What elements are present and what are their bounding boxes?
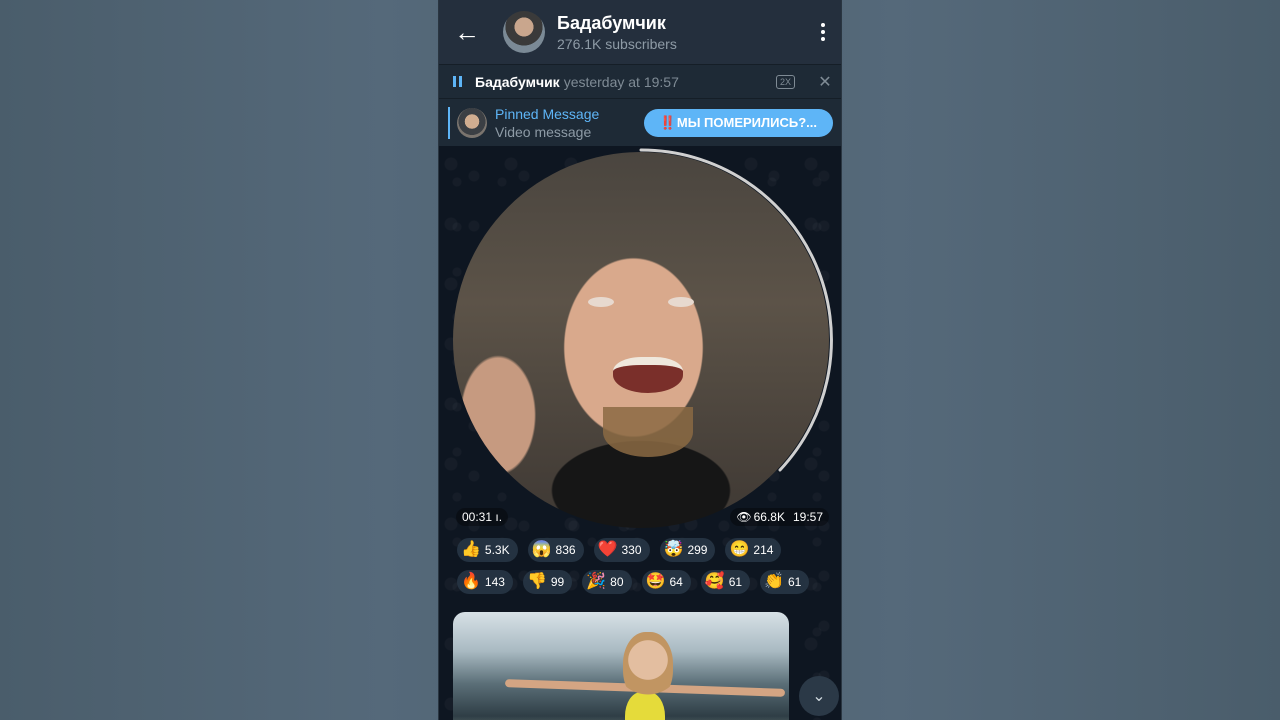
phone-screen: ← Бадабумчик 276.1K subscribers Бадабумч… [438,0,842,720]
reaction-count: 64 [669,575,683,589]
reaction-count: 80 [610,575,624,589]
reaction-chip[interactable]: ❤️ 330 [593,538,650,562]
photo-message[interactable] [453,612,789,720]
back-button[interactable]: ← [439,0,495,64]
player-time: yesterday at 19:57 [563,73,679,90]
reaction-emoji-icon: 😱 [531,541,552,558]
reaction-emoji-icon: 🤩 [645,573,666,590]
chat-area[interactable]: 00:31 ı. 👁 66.8K 19:57 👍 5.3K 😱 836 ❤️ 330 … [439,146,841,720]
reaction-count: 214 [753,543,774,557]
reaction-emoji-icon: ❤️ [597,541,618,558]
reaction-chip[interactable]: 🤯 299 [659,538,716,562]
reaction-count: 299 [687,543,708,557]
reaction-chip[interactable]: 🥰 61 [700,570,751,594]
reaction-chip[interactable]: 👏 61 [760,570,810,594]
video-duration: 00:31 ı. [456,508,509,526]
reaction-chip[interactable]: 😱 836 [527,538,584,562]
eye-icon: 👁 [736,510,752,524]
playback-speed-button[interactable]: 2X [775,74,795,89]
reaction-chip[interactable]: 🎉 80 [582,570,632,594]
reaction-chip[interactable]: 🔥 143 [457,570,513,594]
pinned-action-label: МЫ ПОМЕРИЛИСЬ?... [676,115,817,130]
reaction-emoji-icon: 🎉 [586,573,607,590]
pinned-action-button[interactable]: ‼️ МЫ ПОМЕРИЛИСЬ?... [643,108,833,137]
photo-detail [623,632,673,702]
reactions-row: 🔥 143 👎 99 🎉 80 🤩 64 🥰 61 👏 61 [457,570,827,594]
reaction-emoji-icon: 👏 [764,573,784,590]
chat-header: ← Бадабумчик 276.1K subscribers [439,0,841,64]
reaction-count: 330 [621,543,642,557]
pinned-subtitle: Video message [495,123,592,140]
reaction-count: 61 [788,575,802,589]
reaction-emoji-icon: 👎 [526,573,547,590]
reaction-chip[interactable]: 🤩 64 [641,570,691,594]
close-icon[interactable]: ✕ [817,72,833,92]
reaction-chip[interactable]: 😁 214 [725,538,782,562]
reaction-emoji-icon: 👍 [461,541,481,558]
video-views: 66.8K [753,510,785,524]
channel-info[interactable]: Бадабумчик 276.1K subscribers [557,13,805,52]
channel-avatar[interactable] [503,11,545,53]
pinned-message-bar[interactable]: Pinned Message Video message ‼️ МЫ ПОМЕР… [439,98,841,146]
chevron-down-icon: ⌄ [812,688,826,705]
reaction-emoji-icon: 🥰 [704,573,725,590]
double-exclamation-icon: ‼️ [659,114,676,130]
reaction-chip[interactable]: 👎 99 [522,570,573,594]
pinned-text: Pinned Message Video message [495,106,644,140]
pinned-indicator [448,106,450,139]
reaction-count: 836 [555,543,576,557]
audio-player-bar[interactable]: Бадабумчик yesterday at 19:57 2X ✕ [439,64,841,98]
scroll-down-button[interactable]: ⌄ [799,676,839,716]
pinned-thumbnail [457,107,487,138]
player-author: Бадабумчик [475,73,560,90]
muted-icon: ı. [495,510,503,524]
video-meta: 👁 66.8K 19:57 [730,508,829,526]
reaction-emoji-icon: 😁 [729,541,750,558]
reaction-count: 61 [728,575,743,589]
video-duration-text: 00:31 [462,510,493,524]
reaction-count: 143 [484,575,505,589]
channel-title: Бадабумчик [557,12,666,33]
reactions: 👍 5.3K 😱 836 ❤️ 330 🤯 299 😁 214 🔥 143 👎 99 🎉 80 … [457,538,827,602]
video-progress-ring [639,148,833,472]
reactions-row: 👍 5.3K 😱 836 ❤️ 330 🤯 299 😁 214 [457,538,827,562]
video-time: 19:57 [792,510,823,524]
pause-icon[interactable] [439,76,475,87]
more-vertical-icon[interactable] [805,0,841,64]
reaction-count: 99 [550,575,565,589]
arrow-left-icon: ← [454,16,480,47]
reaction-chip[interactable]: 👍 5.3K [457,538,518,562]
pinned-title: Pinned Message [495,105,600,122]
channel-subscribers: 276.1K subscribers [557,35,677,52]
reaction-count: 5.3K [484,543,510,557]
reaction-emoji-icon: 🤯 [663,541,684,558]
reaction-emoji-icon: 🔥 [461,573,481,590]
